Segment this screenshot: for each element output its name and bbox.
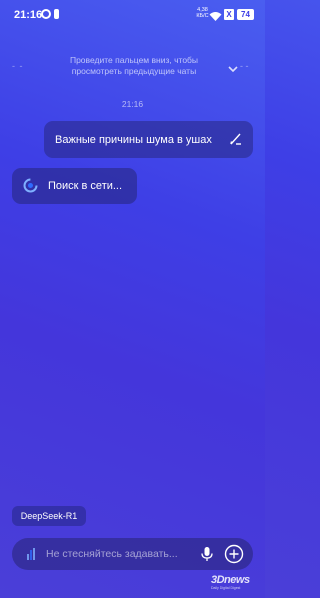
status-time: 21:16 [14, 9, 43, 21]
network-speed-unit: КБ/С [196, 13, 209, 19]
notification-icon [54, 9, 59, 19]
plus-icon[interactable] [224, 544, 244, 564]
battery-icon: 74 [237, 9, 254, 20]
chevron-down-icon[interactable] [228, 60, 238, 78]
edit-icon[interactable] [228, 131, 244, 152]
user-message-bubble[interactable]: Важные причины шума в ушах [44, 121, 253, 158]
hint-dash-left: - - [12, 61, 24, 71]
network-speed: 4,38 КБ/С [196, 7, 209, 19]
message-input[interactable] [46, 546, 196, 562]
gear-icon [41, 9, 51, 19]
status-bar: 21:16 4,38 КБ/С X 74 [0, 0, 265, 30]
message-input-bar [12, 538, 253, 570]
user-message-text: Важные причины шума в ушах [55, 134, 212, 146]
watermark-sub: Daily Digital Digest [211, 586, 241, 590]
bot-message-text: Поиск в сети... [48, 180, 123, 192]
mic-icon[interactable] [198, 545, 216, 563]
deepseek-logo-icon [23, 178, 38, 198]
hint-dash-right: - - [240, 61, 249, 71]
3dnews-watermark: 3Dnews Daily Digital Digest [211, 574, 261, 594]
model-selector-chip[interactable]: DeepSeek-R1 [12, 506, 86, 526]
chat-timestamp: 21:16 [121, 99, 144, 109]
pull-hint-text: Проведите пальцем вниз, чтобы просмотрет… [69, 55, 199, 76]
sim-status-icon: X [224, 9, 234, 20]
watermark-main: 3Dnews [211, 574, 250, 586]
wifi-icon [209, 9, 222, 27]
deepseek-logo-icon [24, 547, 38, 566]
bot-message-bubble: Поиск в сети... [12, 168, 137, 204]
pull-to-history-hint[interactable]: - - Проведите пальцем вниз, чтобы просмо… [0, 55, 265, 79]
